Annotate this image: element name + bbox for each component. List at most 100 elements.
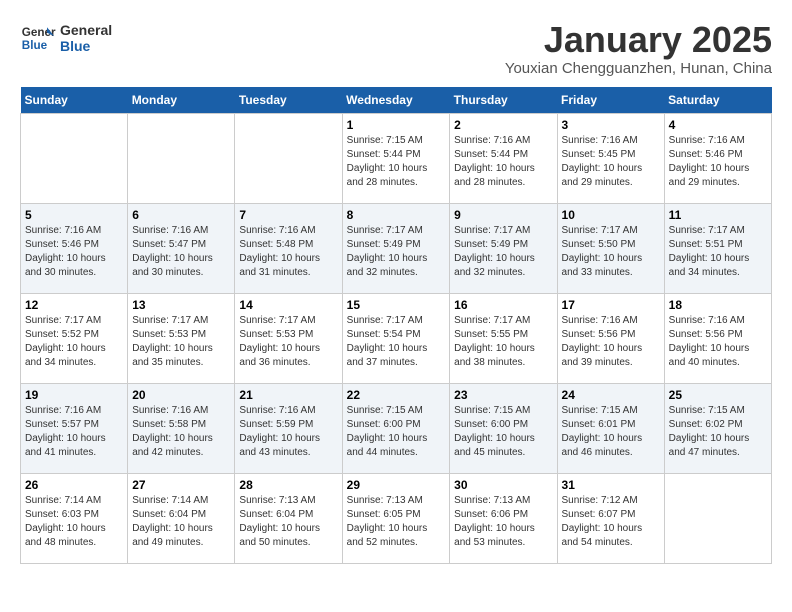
calendar-cell: 4Sunrise: 7:16 AM Sunset: 5:46 PM Daylig… (664, 113, 771, 203)
calendar-cell: 13 Sunrise: 7:17 AM Sunset: 5:53 PM Dayli… (128, 293, 235, 383)
location: Youxian Chengguanzhen, Hunan, China (505, 60, 772, 77)
day-number: 25 (669, 388, 767, 402)
calendar-cell: 2 Sunrise: 7:16 AM Sunset: 5:44 PM Daylig… (450, 113, 557, 203)
day-info: Sunrise: 7:16 AM Sunset: 5:47 PM Dayligh… (132, 224, 230, 280)
calendar-cell: 16 Sunrise: 7:17 AM Sunset: 5:55 PM Dayli… (450, 293, 557, 383)
day-number: 4 (669, 118, 767, 132)
day-number: 8 (347, 208, 446, 222)
day-info: Sunrise: 7:16 AM Sunset: 5:56 PM Dayligh… (669, 314, 767, 370)
day-info: Sunrise: 7:17 AM Sunset: 5:49 PM Dayligh… (347, 224, 446, 280)
title-section: January 2025 Youxian Chengguanzhen, Huna… (505, 20, 772, 77)
calendar-cell: 3 Sunrise: 7:16 AM Sunset: 5:45 PM Daylig… (557, 113, 664, 203)
day-info: Sunrise: 7:17 AM Sunset: 5:55 PM Dayligh… (454, 314, 552, 370)
day-number: 29 (347, 478, 446, 492)
calendar-cell: 30 Sunrise: 7:13 AM Sunset: 6:06 PM Dayli… (450, 473, 557, 563)
day-number: 3 (562, 118, 660, 132)
day-number: 23 (454, 388, 552, 402)
calendar-cell (21, 113, 128, 203)
day-number: 5 (25, 208, 123, 222)
day-number: 19 (25, 388, 123, 402)
day-info: Sunrise: 7:15 AM Sunset: 6:02 PM Dayligh… (669, 404, 767, 460)
logo-icon: General Blue (20, 20, 56, 56)
day-number: 6 (132, 208, 230, 222)
day-number: 9 (454, 208, 552, 222)
calendar-cell (664, 473, 771, 563)
day-info: Sunrise: 7:16 AM Sunset: 5:48 PM Dayligh… (239, 224, 337, 280)
calendar-week-row: 5 Sunrise: 7:16 AM Sunset: 5:46 PM Daylig… (21, 203, 772, 293)
calendar-week-row: 19 Sunrise: 7:16 AM Sunset: 5:57 PM Dayli… (21, 383, 772, 473)
day-number: 21 (239, 388, 337, 402)
day-info: Sunrise: 7:14 AM Sunset: 6:04 PM Dayligh… (132, 494, 230, 550)
calendar-table: SundayMondayTuesdayWednesdayThursdayFrid… (20, 87, 772, 564)
col-header-monday: Monday (128, 87, 235, 114)
day-number: 20 (132, 388, 230, 402)
calendar-cell: 12Sunrise: 7:17 AM Sunset: 5:52 PM Dayli… (21, 293, 128, 383)
calendar-cell: 31Sunrise: 7:12 AM Sunset: 6:07 PM Dayli… (557, 473, 664, 563)
calendar-cell: 23 Sunrise: 7:15 AM Sunset: 6:00 PM Dayli… (450, 383, 557, 473)
calendar-cell: 28Sunrise: 7:13 AM Sunset: 6:04 PM Dayli… (235, 473, 342, 563)
calendar-cell: 8 Sunrise: 7:17 AM Sunset: 5:49 PM Daylig… (342, 203, 450, 293)
day-info: Sunrise: 7:13 AM Sunset: 6:05 PM Dayligh… (347, 494, 446, 550)
day-info: Sunrise: 7:17 AM Sunset: 5:49 PM Dayligh… (454, 224, 552, 280)
day-number: 15 (347, 298, 446, 312)
col-header-wednesday: Wednesday (342, 87, 450, 114)
day-info: Sunrise: 7:17 AM Sunset: 5:52 PM Dayligh… (25, 314, 123, 370)
day-info: Sunrise: 7:17 AM Sunset: 5:53 PM Dayligh… (239, 314, 337, 370)
day-info: Sunrise: 7:17 AM Sunset: 5:54 PM Dayligh… (347, 314, 446, 370)
calendar-cell: 24 Sunrise: 7:15 AM Sunset: 6:01 PM Dayli… (557, 383, 664, 473)
svg-text:Blue: Blue (22, 39, 48, 52)
calendar-header-row: SundayMondayTuesdayWednesdayThursdayFrid… (21, 87, 772, 114)
calendar-cell: 9 Sunrise: 7:17 AM Sunset: 5:49 PM Daylig… (450, 203, 557, 293)
calendar-cell: 18 Sunrise: 7:16 AM Sunset: 5:56 PM Dayli… (664, 293, 771, 383)
day-info: Sunrise: 7:16 AM Sunset: 5:56 PM Dayligh… (562, 314, 660, 370)
calendar-cell: 14 Sunrise: 7:17 AM Sunset: 5:53 PM Dayli… (235, 293, 342, 383)
day-info: Sunrise: 7:15 AM Sunset: 6:01 PM Dayligh… (562, 404, 660, 460)
calendar-cell: 5 Sunrise: 7:16 AM Sunset: 5:46 PM Daylig… (21, 203, 128, 293)
day-info: Sunrise: 7:13 AM Sunset: 6:06 PM Dayligh… (454, 494, 552, 550)
day-number: 7 (239, 208, 337, 222)
calendar-week-row: 26Sunrise: 7:14 AM Sunset: 6:03 PM Dayli… (21, 473, 772, 563)
day-number: 24 (562, 388, 660, 402)
day-info: Sunrise: 7:16 AM Sunset: 5:44 PM Dayligh… (454, 134, 552, 190)
logo: General Blue General Blue (20, 20, 112, 56)
calendar-week-row: 1Sunrise: 7:15 AM Sunset: 5:44 PM Daylig… (21, 113, 772, 203)
calendar-week-row: 12Sunrise: 7:17 AM Sunset: 5:52 PM Dayli… (21, 293, 772, 383)
calendar-cell: 22Sunrise: 7:15 AM Sunset: 6:00 PM Dayli… (342, 383, 450, 473)
calendar-cell: 6 Sunrise: 7:16 AM Sunset: 5:47 PM Daylig… (128, 203, 235, 293)
day-number: 27 (132, 478, 230, 492)
col-header-tuesday: Tuesday (235, 87, 342, 114)
calendar-cell: 11Sunrise: 7:17 AM Sunset: 5:51 PM Dayli… (664, 203, 771, 293)
calendar-cell: 1Sunrise: 7:15 AM Sunset: 5:44 PM Daylig… (342, 113, 450, 203)
day-info: Sunrise: 7:16 AM Sunset: 5:57 PM Dayligh… (25, 404, 123, 460)
day-info: Sunrise: 7:13 AM Sunset: 6:04 PM Dayligh… (239, 494, 337, 550)
day-info: Sunrise: 7:16 AM Sunset: 5:45 PM Dayligh… (562, 134, 660, 190)
page-header: General Blue General Blue January 2025 Y… (20, 20, 772, 77)
calendar-cell: 19 Sunrise: 7:16 AM Sunset: 5:57 PM Dayli… (21, 383, 128, 473)
logo-line1: General (60, 22, 112, 38)
day-info: Sunrise: 7:17 AM Sunset: 5:53 PM Dayligh… (132, 314, 230, 370)
calendar-cell: 26Sunrise: 7:14 AM Sunset: 6:03 PM Dayli… (21, 473, 128, 563)
calendar-cell: 7 Sunrise: 7:16 AM Sunset: 5:48 PM Daylig… (235, 203, 342, 293)
day-info: Sunrise: 7:16 AM Sunset: 5:46 PM Dayligh… (25, 224, 123, 280)
day-info: Sunrise: 7:15 AM Sunset: 5:44 PM Dayligh… (347, 134, 446, 190)
col-header-thursday: Thursday (450, 87, 557, 114)
calendar-cell: 10Sunrise: 7:17 AM Sunset: 5:50 PM Dayli… (557, 203, 664, 293)
day-number: 18 (669, 298, 767, 312)
day-number: 2 (454, 118, 552, 132)
day-info: Sunrise: 7:16 AM Sunset: 5:59 PM Dayligh… (239, 404, 337, 460)
calendar-cell (128, 113, 235, 203)
day-info: Sunrise: 7:16 AM Sunset: 5:58 PM Dayligh… (132, 404, 230, 460)
calendar-cell: 17Sunrise: 7:16 AM Sunset: 5:56 PM Dayli… (557, 293, 664, 383)
calendar-cell: 15 Sunrise: 7:17 AM Sunset: 5:54 PM Dayli… (342, 293, 450, 383)
day-info: Sunrise: 7:15 AM Sunset: 6:00 PM Dayligh… (454, 404, 552, 460)
month-title: January 2025 (505, 20, 772, 60)
calendar-cell (235, 113, 342, 203)
day-number: 16 (454, 298, 552, 312)
day-number: 13 (132, 298, 230, 312)
day-number: 30 (454, 478, 552, 492)
day-info: Sunrise: 7:14 AM Sunset: 6:03 PM Dayligh… (25, 494, 123, 550)
day-number: 31 (562, 478, 660, 492)
day-number: 14 (239, 298, 337, 312)
day-info: Sunrise: 7:15 AM Sunset: 6:00 PM Dayligh… (347, 404, 446, 460)
day-info: Sunrise: 7:17 AM Sunset: 5:50 PM Dayligh… (562, 224, 660, 280)
